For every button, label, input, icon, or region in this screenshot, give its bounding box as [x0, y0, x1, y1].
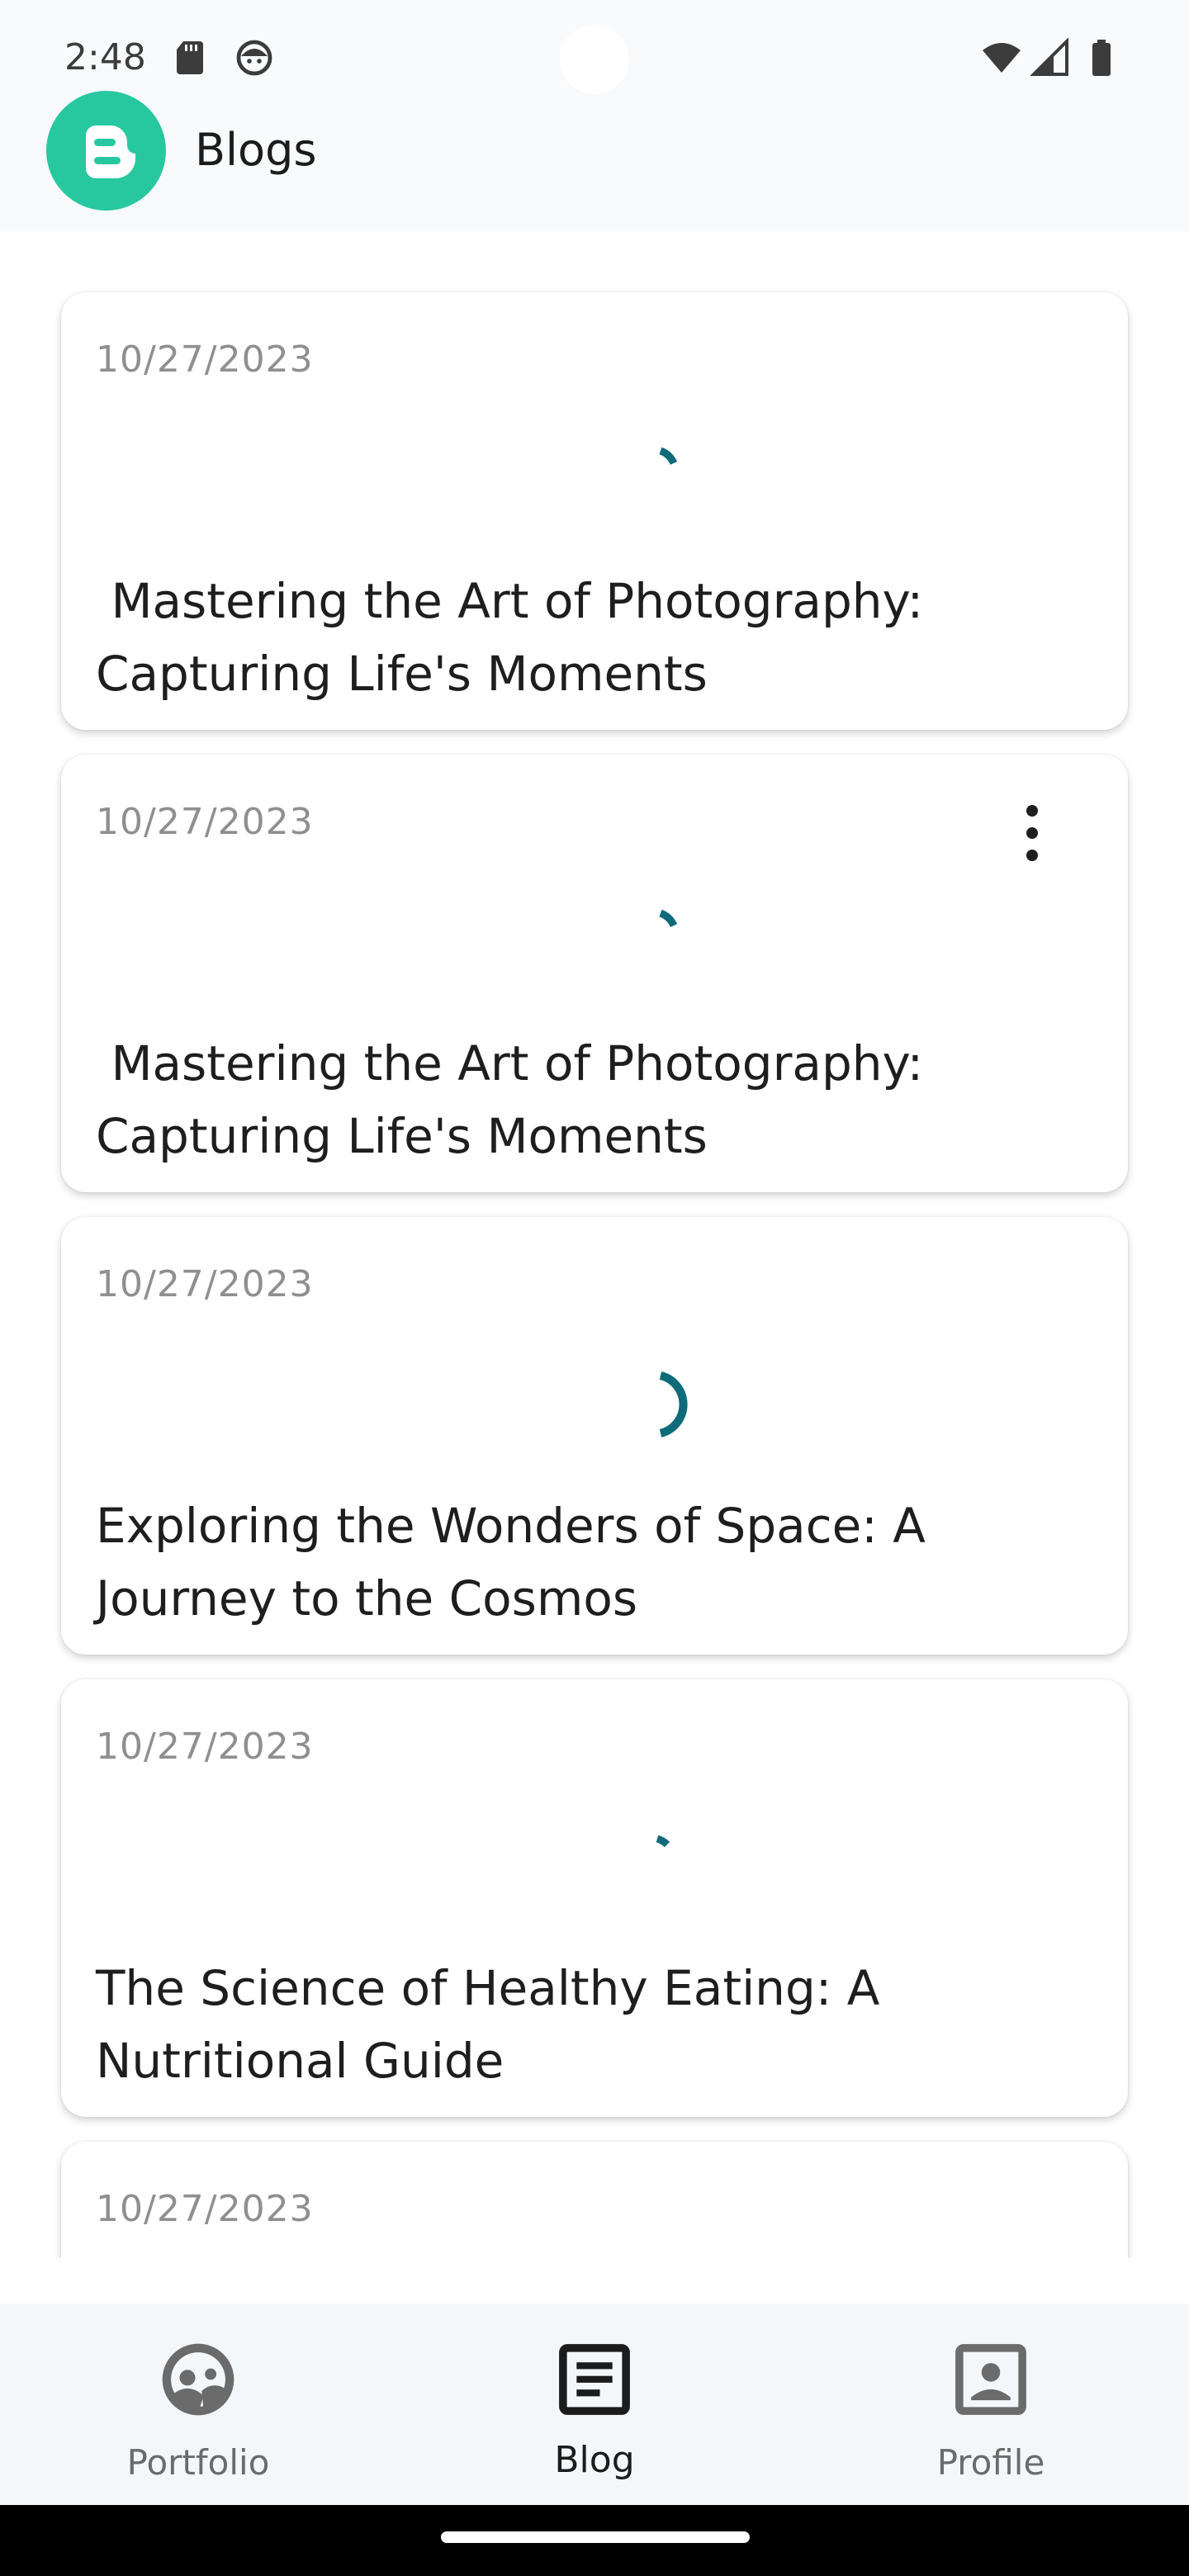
status-time: 2:48 — [64, 36, 146, 78]
blog-card[interactable]: 10/27/2023 The Science of Healthy Eating… — [61, 1679, 1128, 2117]
blog-card[interactable]: 10/27/2023 Mastering the Art of Photogra… — [61, 755, 1128, 1192]
more-options-icon[interactable] — [1016, 796, 1049, 870]
profile-card-icon — [955, 2344, 1026, 2415]
post-date: 10/27/2023 — [96, 801, 314, 843]
post-date: 10/27/2023 — [96, 1726, 314, 1768]
page-title: Blogs — [195, 124, 317, 176]
loading-spinner-icon — [659, 909, 678, 928]
nav-label-profile: Profile — [936, 2442, 1045, 2483]
loading-spinner-icon — [659, 447, 678, 466]
android-face-icon — [236, 40, 272, 76]
app-bar: Blogs — [0, 91, 1189, 215]
post-title: Mastering the Art of Photography: Captur… — [96, 573, 939, 702]
article-icon — [559, 2344, 630, 2415]
portfolio-face-icon — [162, 2343, 234, 2416]
nav-label-portfolio: Portfolio — [126, 2442, 270, 2483]
post-date: 10/27/2023 — [96, 1263, 314, 1305]
blog-card[interactable]: 10/27/2023 Exploring the Wonders of Spac… — [61, 1217, 1128, 1655]
system-gesture-bar — [0, 2505, 1189, 2576]
nav-item-portfolio[interactable]: Portfolio — [0, 2304, 396, 2505]
wifi-icon — [983, 43, 1021, 73]
loading-spinner-icon — [656, 1835, 670, 1848]
sd-card-icon — [177, 41, 203, 74]
bottom-navigation: Portfolio Blog Profile — [0, 2304, 1189, 2505]
post-title: Exploring the Wonders of Space: A Journe… — [96, 1498, 941, 1627]
screen: 2:48 Blogs 10/27/2023 Mastering the Art … — [0, 0, 1189, 2576]
loading-spinner-icon — [659, 1371, 688, 1437]
home-gesture-handle[interactable] — [441, 2531, 750, 2543]
post-title: Mastering the Art of Photography: Captur… — [96, 1035, 939, 1164]
post-title: The Science of Healthy Eating: A Nutriti… — [96, 1960, 895, 2089]
battery-icon — [1092, 40, 1111, 76]
post-date: 10/27/2023 — [96, 339, 314, 381]
blogger-logo-icon — [46, 91, 166, 211]
camera-cutout — [560, 25, 629, 94]
signal-icon — [1030, 38, 1068, 76]
nav-item-blog[interactable]: Blog — [396, 2304, 793, 2505]
blog-card[interactable]: 10/27/2023 Mastering the Art of Photogra… — [61, 292, 1128, 730]
nav-item-profile[interactable]: Profile — [793, 2304, 1189, 2505]
blog-feed[interactable]: 10/27/2023 Mastering the Art of Photogra… — [0, 231, 1189, 2258]
post-date: 10/27/2023 — [96, 2188, 314, 2230]
blog-card[interactable]: 10/27/2023 — [61, 2142, 1128, 2258]
nav-label-blog: Blog — [554, 2439, 635, 2481]
